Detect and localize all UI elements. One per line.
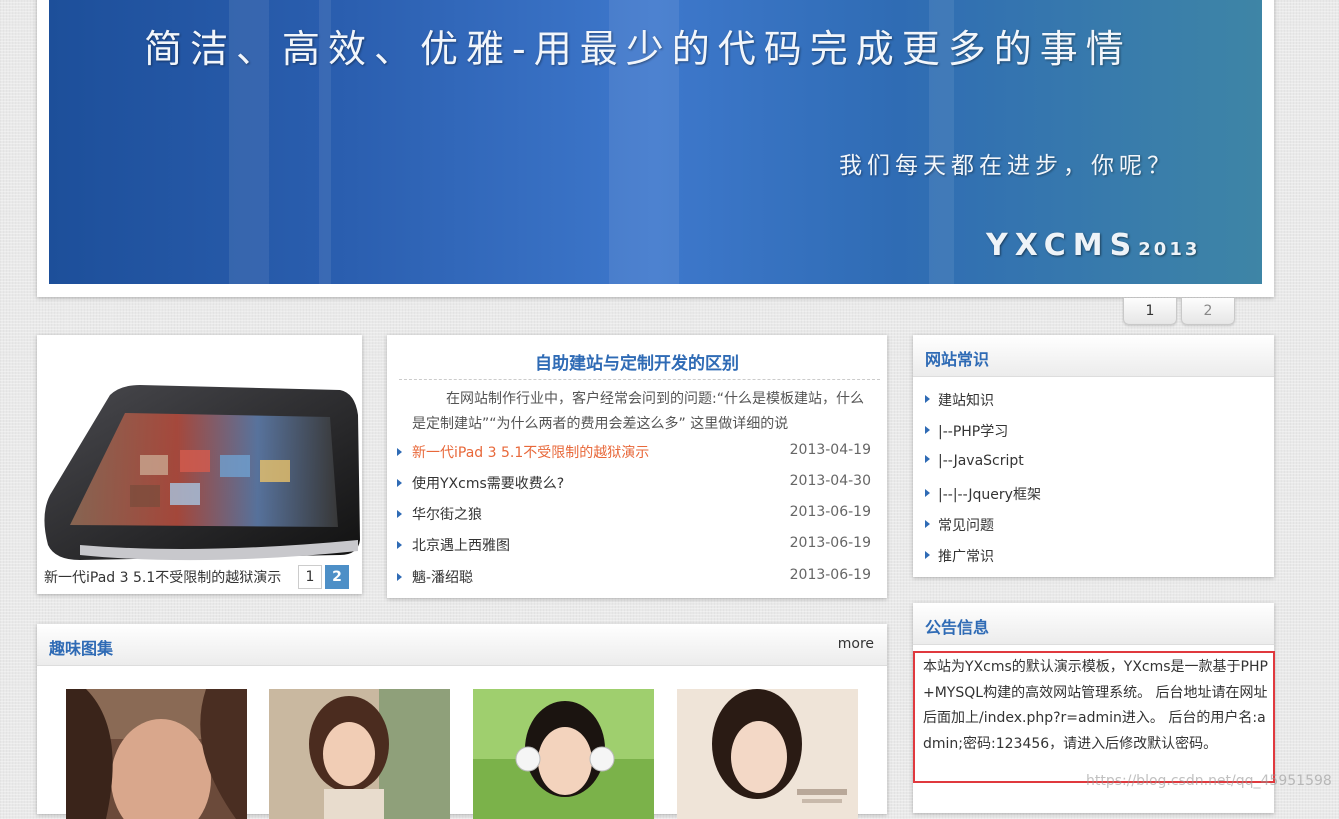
banner-pager-2[interactable]: 2 (1181, 298, 1235, 325)
article-summary: 在网站制作行业中，客户经常会问到的问题:“什么是模板建站，什么是定制建站”“为什… (412, 391, 864, 432)
banner-brand: YXCMS2013 (986, 228, 1200, 263)
slide-page-2[interactable]: 2 (325, 565, 349, 589)
bullet-icon (925, 426, 930, 434)
news-title[interactable]: 新一代iPad 3 5.1不受限制的越狱演示 (412, 442, 649, 462)
news-item[interactable]: 北京遇上西雅图 2013-06-19 (397, 535, 871, 557)
article-box: 自助建站与定制开发的区别 在网站制作行业中，客户经常会问到的问题:“什么是模板建… (387, 335, 887, 598)
photo-thumbnail[interactable] (66, 689, 247, 819)
news-title[interactable]: 使用YXcms需要收费么? (412, 473, 564, 493)
category-item[interactable]: 推广常识 (925, 546, 994, 566)
article-title[interactable]: 自助建站与定制开发的区别 (387, 349, 887, 374)
bullet-icon (925, 489, 930, 497)
common-knowledge-box: 网站常识 建站知识 |--PHP学习 |--JavaScript |--|--J… (913, 335, 1274, 577)
banner-pager-1[interactable]: 1 (1123, 298, 1177, 325)
article-divider (399, 379, 880, 380)
news-title[interactable]: 北京遇上西雅图 (412, 535, 510, 555)
notice-text: 本站为YXcms的默认演示模板，YXcms是一款基于PHP+MYSQL构建的高效… (913, 651, 1275, 783)
news-item[interactable]: 新一代iPad 3 5.1不受限制的越狱演示 2013-04-19 (397, 442, 871, 464)
news-date: 2013-04-30 (789, 473, 871, 489)
photos-more-link[interactable]: more (838, 636, 874, 652)
photos-title[interactable]: 趣味图集 (49, 635, 113, 659)
category-item[interactable]: 常见问题 (925, 515, 994, 535)
photo-thumbnail[interactable] (677, 689, 858, 819)
news-title[interactable]: 华尔街之狼 (412, 504, 482, 524)
news-date: 2013-04-19 (789, 442, 871, 458)
category-label[interactable]: |--JavaScript (938, 453, 1024, 469)
bullet-icon (397, 479, 402, 487)
banner-brand-name: YXCMS (986, 228, 1139, 263)
watermark: https://blog.csdn.net/qq_45951598 (1086, 773, 1332, 789)
notice-header: 公告信息 (913, 603, 1274, 645)
slide-page-1[interactable]: 1 (298, 565, 322, 589)
category-label[interactable]: |--PHP学习 (938, 424, 1008, 440)
common-header: 网站常识 (913, 335, 1274, 377)
photos-header: 趣味图集 more (37, 624, 887, 666)
common-title[interactable]: 网站常识 (925, 346, 989, 370)
news-date: 2013-06-19 (789, 504, 871, 520)
photos-box: 趣味图集 more (37, 624, 887, 819)
news-item[interactable]: 华尔街之狼 2013-06-19 (397, 504, 871, 526)
bullet-icon (925, 395, 930, 403)
news-title[interactable]: 魑-潘绍聪 (412, 567, 473, 587)
news-item[interactable]: 魑-潘绍聪 2013-06-19 (397, 567, 871, 589)
category-item[interactable]: 建站知识 (925, 390, 994, 410)
bullet-icon (925, 455, 930, 463)
news-date: 2013-06-19 (789, 535, 871, 551)
bullet-icon (397, 448, 402, 456)
category-item[interactable]: |--PHP学习 (925, 421, 1008, 441)
slide-caption[interactable]: 新一代iPad 3 5.1不受限制的越狱演示 (44, 567, 281, 587)
category-label[interactable]: 常见问题 (938, 518, 994, 534)
bullet-icon (925, 520, 930, 528)
category-item[interactable]: |--|--Jquery框架 (925, 484, 1041, 504)
bullet-icon (397, 541, 402, 549)
slide-box: 新一代iPad 3 5.1不受限制的越狱演示 1 2 (37, 335, 362, 594)
bullet-icon (925, 551, 930, 559)
category-label[interactable]: 建站知识 (938, 393, 994, 409)
banner-brand-year: 2013 (1138, 239, 1201, 260)
photo-thumbnail[interactable] (269, 689, 450, 819)
banner-headline: 简洁、高效、优雅-用最少的代码完成更多的事情 (144, 27, 1132, 71)
banner-tagline: 我们每天都在进步，你呢？ (839, 153, 1175, 179)
bullet-icon (397, 573, 402, 581)
category-item[interactable]: |--JavaScript (925, 453, 1024, 469)
photo-thumbnail[interactable] (473, 689, 654, 819)
category-label[interactable]: |--|--Jquery框架 (938, 487, 1041, 503)
tablet-image[interactable] (40, 355, 360, 565)
news-date: 2013-06-19 (789, 567, 871, 583)
category-label[interactable]: 推广常识 (938, 549, 994, 565)
bullet-icon (397, 510, 402, 518)
news-item[interactable]: 使用YXcms需要收费么? 2013-04-30 (397, 473, 871, 495)
banner-image[interactable]: 简洁、高效、优雅-用最少的代码完成更多的事情 我们每天都在进步，你呢？ YXCM… (49, 0, 1262, 284)
notice-title[interactable]: 公告信息 (925, 614, 989, 638)
